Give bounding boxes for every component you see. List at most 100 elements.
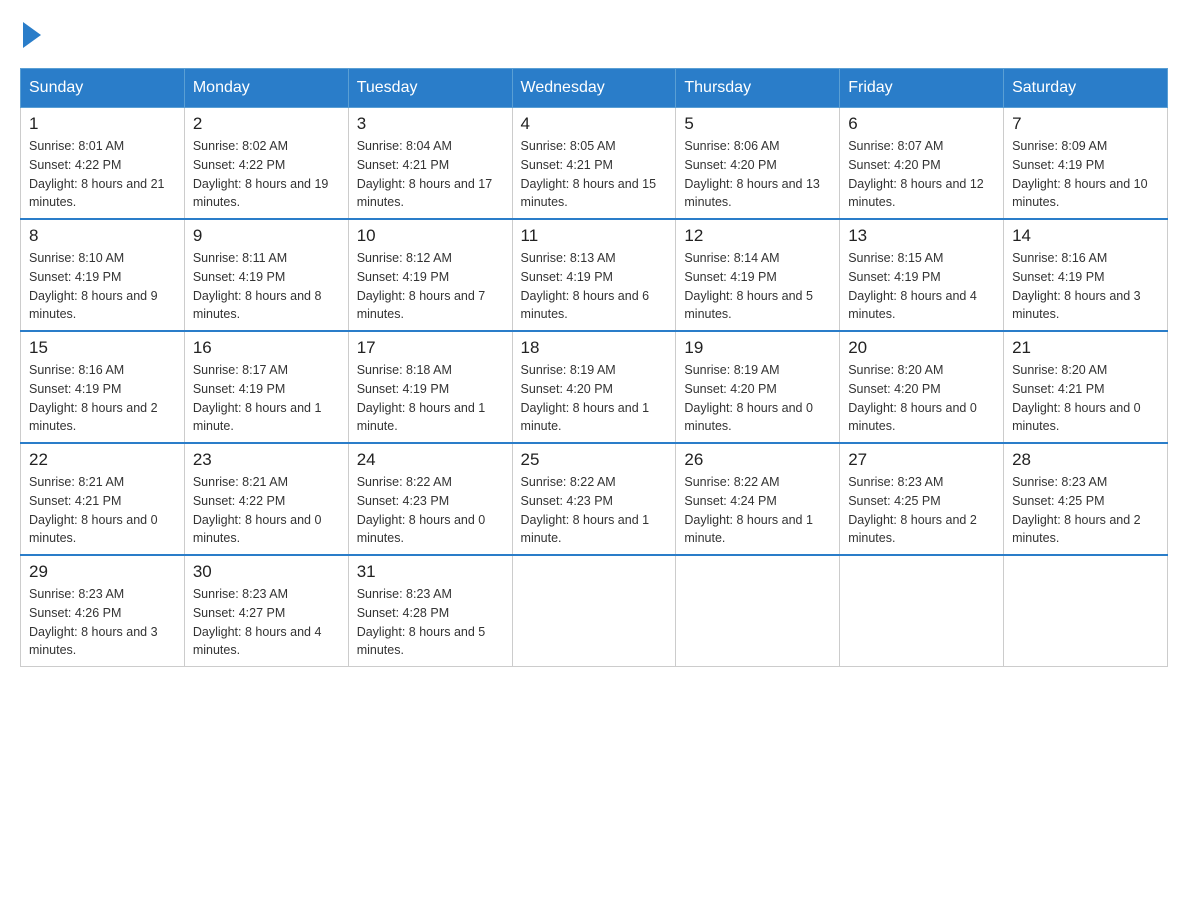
day-info: Sunrise: 8:06 AMSunset: 4:20 PMDaylight:… <box>684 137 831 212</box>
day-number: 6 <box>848 114 995 134</box>
day-number: 11 <box>521 226 668 246</box>
day-cell: 23 Sunrise: 8:21 AMSunset: 4:22 PMDayligh… <box>184 443 348 555</box>
day-info: Sunrise: 8:10 AMSunset: 4:19 PMDaylight:… <box>29 249 176 324</box>
day-info: Sunrise: 8:23 AMSunset: 4:28 PMDaylight:… <box>357 585 504 660</box>
day-info: Sunrise: 8:20 AMSunset: 4:20 PMDaylight:… <box>848 361 995 436</box>
week-row-4: 22 Sunrise: 8:21 AMSunset: 4:21 PMDayligh… <box>21 443 1168 555</box>
day-number: 25 <box>521 450 668 470</box>
day-cell: 3 Sunrise: 8:04 AMSunset: 4:21 PMDaylight… <box>348 108 512 220</box>
day-cell <box>840 555 1004 667</box>
week-row-1: 1Sunrise: 8:01 AMSunset: 4:22 PMDaylight… <box>21 108 1168 220</box>
day-info: Sunrise: 8:19 AMSunset: 4:20 PMDaylight:… <box>521 361 668 436</box>
day-number: 16 <box>193 338 340 358</box>
day-cell: 24 Sunrise: 8:22 AMSunset: 4:23 PMDayligh… <box>348 443 512 555</box>
day-cell: 10 Sunrise: 8:12 AMSunset: 4:19 PMDayligh… <box>348 219 512 331</box>
day-cell: 15 Sunrise: 8:16 AMSunset: 4:19 PMDayligh… <box>21 331 185 443</box>
week-row-5: 29 Sunrise: 8:23 AMSunset: 4:26 PMDayligh… <box>21 555 1168 667</box>
day-number: 9 <box>193 226 340 246</box>
day-number: 27 <box>848 450 995 470</box>
day-number: 17 <box>357 338 504 358</box>
day-number: 10 <box>357 226 504 246</box>
day-info: Sunrise: 8:15 AMSunset: 4:19 PMDaylight:… <box>848 249 995 324</box>
day-cell: 16 Sunrise: 8:17 AMSunset: 4:19 PMDayligh… <box>184 331 348 443</box>
day-info: Sunrise: 8:21 AMSunset: 4:22 PMDaylight:… <box>193 473 340 548</box>
day-cell: 4Sunrise: 8:05 AMSunset: 4:21 PMDaylight… <box>512 108 676 220</box>
day-cell: 11 Sunrise: 8:13 AMSunset: 4:19 PMDayligh… <box>512 219 676 331</box>
col-header-friday: Friday <box>840 69 1004 108</box>
day-info: Sunrise: 8:22 AMSunset: 4:23 PMDaylight:… <box>521 473 668 548</box>
day-cell: 13Sunrise: 8:15 AMSunset: 4:19 PMDayligh… <box>840 219 1004 331</box>
day-cell: 14 Sunrise: 8:16 AMSunset: 4:19 PMDayligh… <box>1004 219 1168 331</box>
day-cell: 29 Sunrise: 8:23 AMSunset: 4:26 PMDayligh… <box>21 555 185 667</box>
day-info: Sunrise: 8:22 AMSunset: 4:24 PMDaylight:… <box>684 473 831 548</box>
page-header <box>20 20 1168 48</box>
day-cell: 21 Sunrise: 8:20 AMSunset: 4:21 PMDayligh… <box>1004 331 1168 443</box>
day-number: 19 <box>684 338 831 358</box>
day-info: Sunrise: 8:21 AMSunset: 4:21 PMDaylight:… <box>29 473 176 548</box>
day-number: 20 <box>848 338 995 358</box>
day-number: 2 <box>193 114 340 134</box>
day-info: Sunrise: 8:17 AMSunset: 4:19 PMDaylight:… <box>193 361 340 436</box>
col-header-tuesday: Tuesday <box>348 69 512 108</box>
day-info: Sunrise: 8:04 AMSunset: 4:21 PMDaylight:… <box>357 137 504 212</box>
day-info: Sunrise: 8:07 AMSunset: 4:20 PMDaylight:… <box>848 137 995 212</box>
day-number: 29 <box>29 562 176 582</box>
day-cell: 7Sunrise: 8:09 AMSunset: 4:19 PMDaylight… <box>1004 108 1168 220</box>
day-number: 8 <box>29 226 176 246</box>
day-number: 23 <box>193 450 340 470</box>
day-info: Sunrise: 8:12 AMSunset: 4:19 PMDaylight:… <box>357 249 504 324</box>
day-info: Sunrise: 8:01 AMSunset: 4:22 PMDaylight:… <box>29 137 176 212</box>
col-header-sunday: Sunday <box>21 69 185 108</box>
day-cell: 6 Sunrise: 8:07 AMSunset: 4:20 PMDaylight… <box>840 108 1004 220</box>
day-number: 15 <box>29 338 176 358</box>
day-number: 26 <box>684 450 831 470</box>
day-info: Sunrise: 8:09 AMSunset: 4:19 PMDaylight:… <box>1012 137 1159 212</box>
day-info: Sunrise: 8:23 AMSunset: 4:26 PMDaylight:… <box>29 585 176 660</box>
day-cell <box>1004 555 1168 667</box>
day-info: Sunrise: 8:23 AMSunset: 4:27 PMDaylight:… <box>193 585 340 660</box>
col-header-thursday: Thursday <box>676 69 840 108</box>
day-number: 24 <box>357 450 504 470</box>
day-cell: 1Sunrise: 8:01 AMSunset: 4:22 PMDaylight… <box>21 108 185 220</box>
day-cell <box>512 555 676 667</box>
day-cell: 20 Sunrise: 8:20 AMSunset: 4:20 PMDayligh… <box>840 331 1004 443</box>
day-number: 31 <box>357 562 504 582</box>
day-number: 30 <box>193 562 340 582</box>
day-cell: 8 Sunrise: 8:10 AMSunset: 4:19 PMDaylight… <box>21 219 185 331</box>
day-info: Sunrise: 8:16 AMSunset: 4:19 PMDaylight:… <box>1012 249 1159 324</box>
day-info: Sunrise: 8:05 AMSunset: 4:21 PMDaylight:… <box>521 137 668 212</box>
week-row-2: 8 Sunrise: 8:10 AMSunset: 4:19 PMDaylight… <box>21 219 1168 331</box>
calendar-header-row: SundayMondayTuesdayWednesdayThursdayFrid… <box>21 69 1168 108</box>
day-cell: 19Sunrise: 8:19 AMSunset: 4:20 PMDayligh… <box>676 331 840 443</box>
day-number: 5 <box>684 114 831 134</box>
day-info: Sunrise: 8:02 AMSunset: 4:22 PMDaylight:… <box>193 137 340 212</box>
day-number: 3 <box>357 114 504 134</box>
day-cell: 12 Sunrise: 8:14 AMSunset: 4:19 PMDayligh… <box>676 219 840 331</box>
day-cell: 17Sunrise: 8:18 AMSunset: 4:19 PMDayligh… <box>348 331 512 443</box>
day-cell: 26 Sunrise: 8:22 AMSunset: 4:24 PMDayligh… <box>676 443 840 555</box>
day-cell: 25 Sunrise: 8:22 AMSunset: 4:23 PMDayligh… <box>512 443 676 555</box>
col-header-monday: Monday <box>184 69 348 108</box>
day-cell: 18Sunrise: 8:19 AMSunset: 4:20 PMDayligh… <box>512 331 676 443</box>
day-number: 12 <box>684 226 831 246</box>
day-number: 21 <box>1012 338 1159 358</box>
day-info: Sunrise: 8:16 AMSunset: 4:19 PMDaylight:… <box>29 361 176 436</box>
day-cell <box>676 555 840 667</box>
calendar-table: SundayMondayTuesdayWednesdayThursdayFrid… <box>20 68 1168 667</box>
day-cell: 22 Sunrise: 8:21 AMSunset: 4:21 PMDayligh… <box>21 443 185 555</box>
col-header-wednesday: Wednesday <box>512 69 676 108</box>
day-info: Sunrise: 8:23 AMSunset: 4:25 PMDaylight:… <box>1012 473 1159 548</box>
day-info: Sunrise: 8:23 AMSunset: 4:25 PMDaylight:… <box>848 473 995 548</box>
day-cell: 30 Sunrise: 8:23 AMSunset: 4:27 PMDayligh… <box>184 555 348 667</box>
day-number: 14 <box>1012 226 1159 246</box>
day-info: Sunrise: 8:14 AMSunset: 4:19 PMDaylight:… <box>684 249 831 324</box>
day-number: 22 <box>29 450 176 470</box>
day-info: Sunrise: 8:11 AMSunset: 4:19 PMDaylight:… <box>193 249 340 324</box>
day-cell: 2 Sunrise: 8:02 AMSunset: 4:22 PMDaylight… <box>184 108 348 220</box>
logo <box>20 20 41 48</box>
day-info: Sunrise: 8:13 AMSunset: 4:19 PMDaylight:… <box>521 249 668 324</box>
logo-triangle-icon <box>23 22 41 48</box>
week-row-3: 15 Sunrise: 8:16 AMSunset: 4:19 PMDayligh… <box>21 331 1168 443</box>
day-info: Sunrise: 8:20 AMSunset: 4:21 PMDaylight:… <box>1012 361 1159 436</box>
day-info: Sunrise: 8:22 AMSunset: 4:23 PMDaylight:… <box>357 473 504 548</box>
